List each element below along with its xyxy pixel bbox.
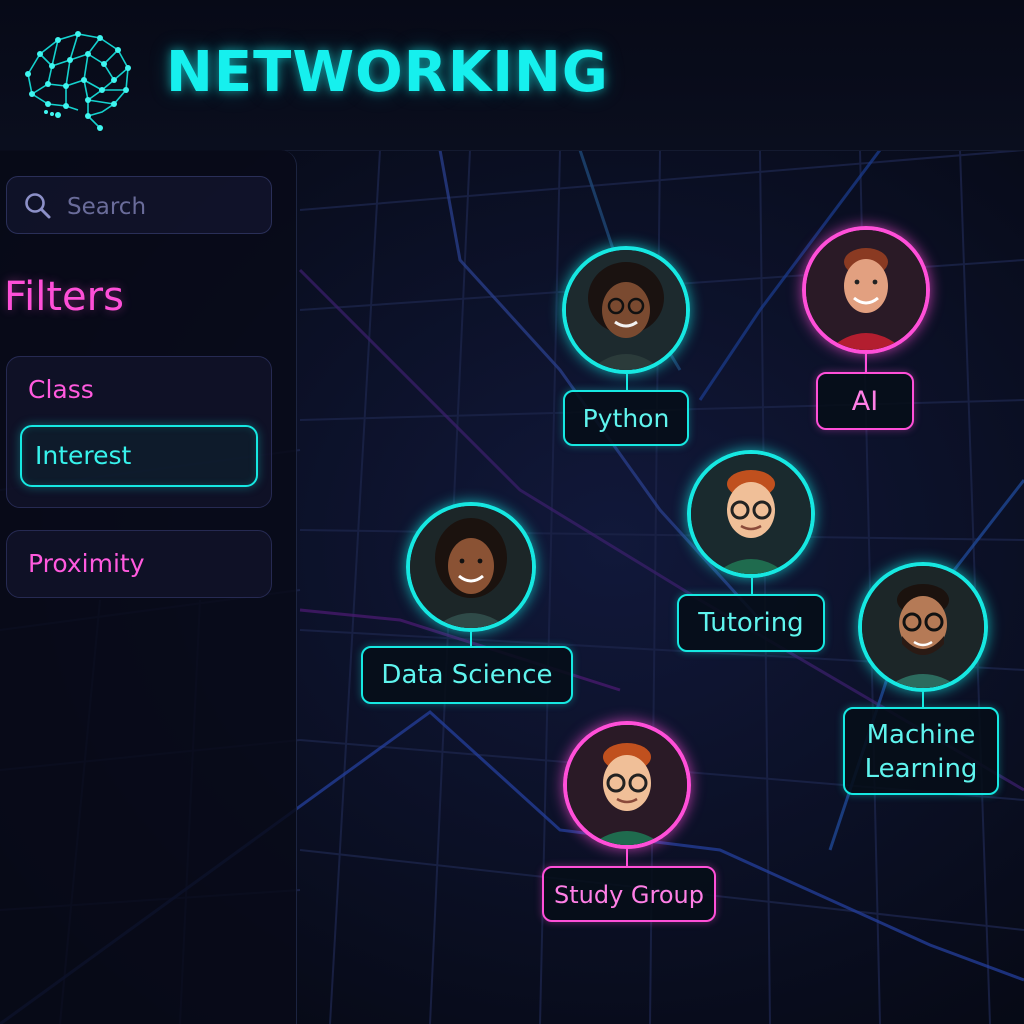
tag-ai[interactable]: AI xyxy=(816,372,914,430)
search-box[interactable] xyxy=(6,176,272,234)
tag-machine-learning[interactable]: Machine Learning xyxy=(843,707,999,795)
tag-machine-learning-line-1: Machine xyxy=(866,720,976,750)
avatar-study-group[interactable] xyxy=(563,721,691,849)
avatar-ai[interactable] xyxy=(802,226,930,354)
tag-data-science[interactable]: Data Science xyxy=(361,646,573,704)
node-connector xyxy=(626,374,628,390)
node-connector xyxy=(470,632,472,646)
person-avatar-icon xyxy=(806,230,926,350)
person-avatar-icon xyxy=(410,506,532,628)
app-title: NETWORKING xyxy=(166,40,609,105)
person-avatar-icon xyxy=(862,566,984,688)
avatar-tutoring[interactable] xyxy=(687,450,815,578)
app-header: NETWORKING xyxy=(0,0,1024,151)
tag-machine-learning-line-2: Learning xyxy=(864,754,978,784)
tag-python[interactable]: Python xyxy=(563,390,689,446)
filter-option-proximity[interactable]: Proximity xyxy=(6,530,272,598)
person-avatar-icon xyxy=(567,725,687,845)
search-input[interactable] xyxy=(65,187,269,227)
networking-app: NETWORKING Filters Class Interest Proxim… xyxy=(0,0,1024,1024)
avatar-machine-learning[interactable] xyxy=(858,562,988,692)
brain-network-icon xyxy=(25,31,131,131)
filter-option-interest[interactable]: Interest xyxy=(20,425,258,487)
filter-group: Class Interest xyxy=(6,356,272,508)
node-connector xyxy=(626,849,628,867)
avatar-python[interactable] xyxy=(562,246,690,374)
node-connector xyxy=(922,692,924,708)
filter-sidebar: Filters Class Interest Proximity xyxy=(0,150,297,1024)
avatar-data-science[interactable] xyxy=(406,502,536,632)
tag-study-group[interactable]: Study Group xyxy=(542,866,716,922)
tag-tutoring[interactable]: Tutoring xyxy=(677,594,825,652)
filter-option-class[interactable]: Class xyxy=(28,375,94,404)
node-connector xyxy=(865,354,867,372)
person-avatar-icon xyxy=(566,250,686,370)
search-icon xyxy=(25,193,51,219)
person-avatar-icon xyxy=(691,454,811,574)
filters-heading: Filters xyxy=(4,274,124,320)
